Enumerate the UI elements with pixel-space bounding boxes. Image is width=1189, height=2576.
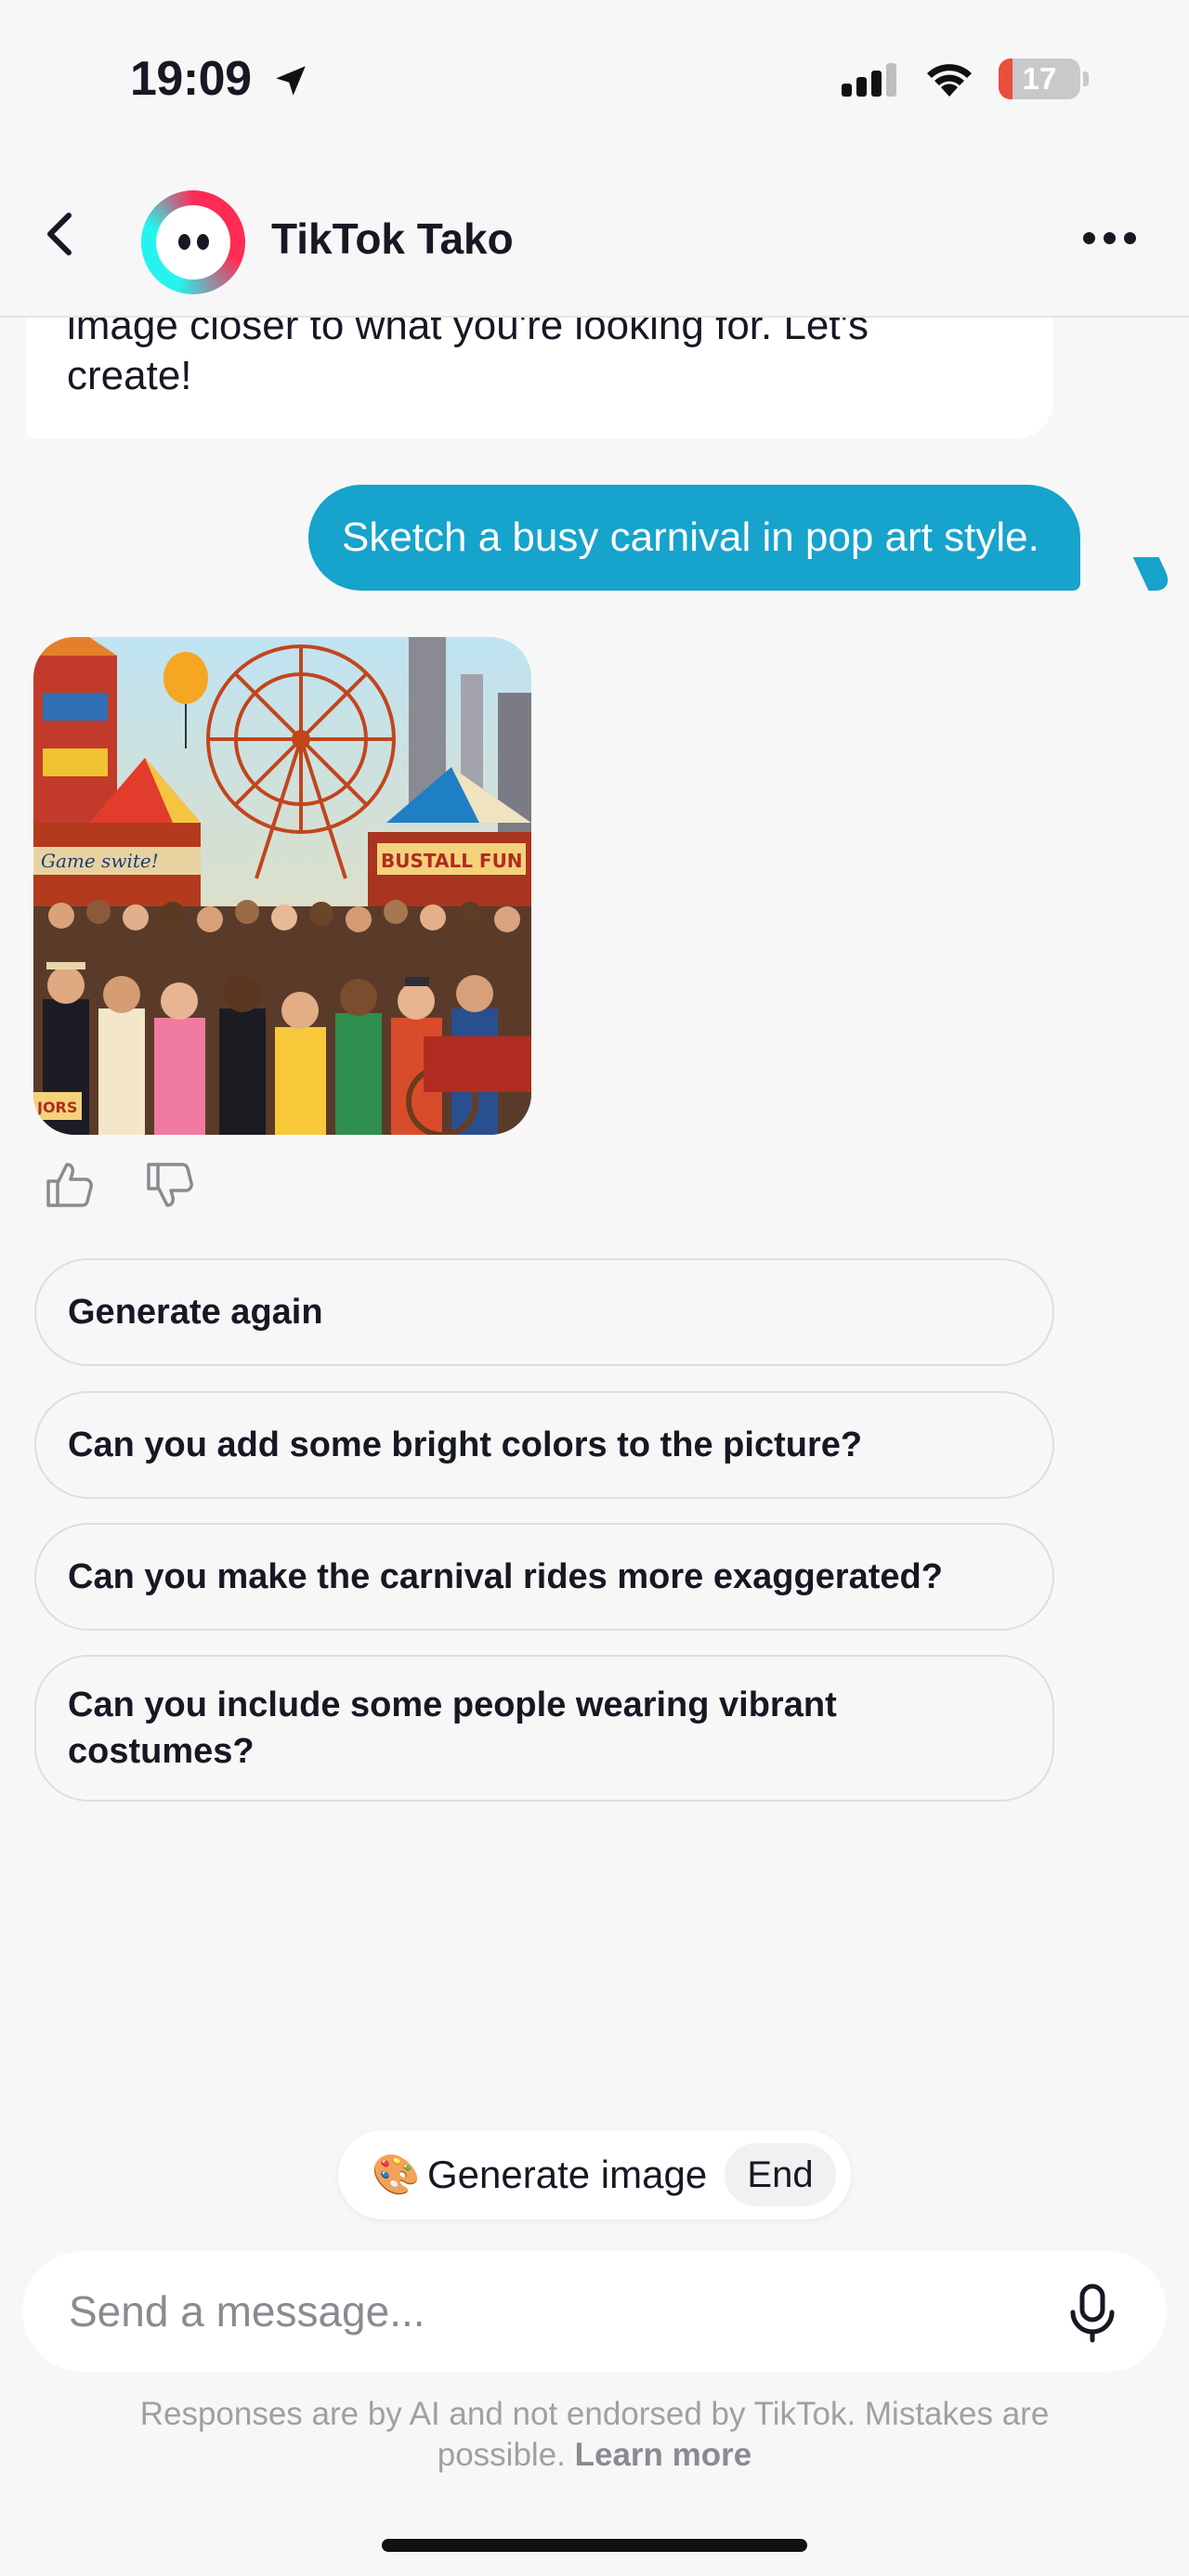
battery-level: 17 — [1022, 61, 1057, 96]
cellular-signal-icon — [842, 63, 907, 97]
back-button[interactable] — [33, 206, 89, 262]
bot-message-line: create! — [67, 353, 192, 398]
microphone-icon[interactable] — [1055, 2275, 1130, 2349]
chat-header: TikTok Tako — [0, 158, 1189, 318]
wifi-icon — [927, 64, 972, 97]
suggestion-exaggerated-rides[interactable]: Can you make the carnival rides more exa… — [34, 1523, 1054, 1631]
user-message-bubble: Sketch a busy carnival in pop art style. — [308, 485, 1080, 591]
avatar[interactable] — [141, 190, 245, 294]
booth-sign-right: BUSTALL FUN — [381, 850, 523, 872]
chat-title[interactable]: TikTok Tako — [271, 214, 514, 264]
generate-image-mode-pill: 🎨 Generate image End — [338, 2130, 851, 2219]
generated-image[interactable]: Game swite! BUSTALL FUN JORS — [33, 637, 531, 1135]
end-generate-button[interactable]: End — [725, 2143, 836, 2206]
thumbs-up-icon[interactable] — [41, 1157, 97, 1213]
more-options-button[interactable] — [1078, 225, 1143, 253]
battery-icon: 17 — [999, 59, 1080, 99]
booth-sign-bottom: JORS — [36, 1099, 77, 1116]
status-time: 19:09 — [130, 52, 252, 106]
generate-image-label: Generate image — [427, 2153, 708, 2196]
learn-more-link[interactable]: Learn more — [575, 2437, 752, 2473]
suggestion-generate-again[interactable]: Generate again — [34, 1258, 1054, 1366]
suggestion-bright-colors[interactable]: Can you add some bright colors to the pi… — [34, 1391, 1054, 1499]
thumbs-down-icon[interactable] — [141, 1157, 197, 1213]
message-composer — [22, 2251, 1167, 2372]
suggestion-vibrant-costumes[interactable]: Can you include some people wearing vibr… — [34, 1655, 1054, 1802]
booth-sign-left: Game swite! — [41, 850, 159, 872]
location-arrow-icon — [276, 66, 306, 96]
palette-icon: 🎨 — [372, 2153, 421, 2196]
ai-disclaimer: Responses are by AI and not endorsed by … — [93, 2394, 1096, 2476]
home-indicator[interactable] — [382, 2539, 807, 2552]
message-input[interactable] — [69, 2279, 998, 2344]
status-bar: 19:09 17 — [0, 0, 1189, 158]
